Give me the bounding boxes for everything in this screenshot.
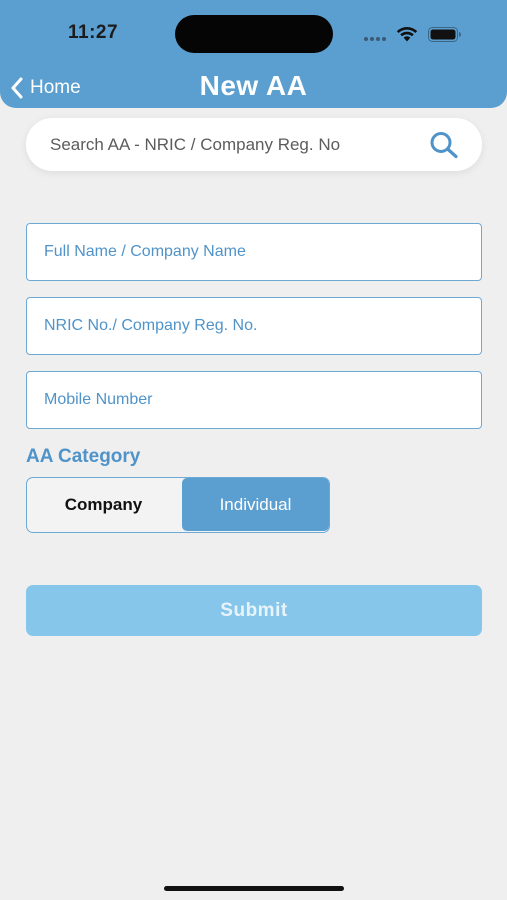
mobile-input[interactable] xyxy=(44,372,464,427)
status-time: 11:27 xyxy=(68,22,119,43)
nav-header: 11:27 Home New AA xyxy=(0,0,507,108)
submit-button[interactable]: Submit xyxy=(26,585,482,636)
search-input[interactable] xyxy=(50,118,420,171)
category-segmented-control: Company Individual xyxy=(26,477,330,533)
nric-input[interactable] xyxy=(44,298,464,353)
wifi-icon xyxy=(396,27,418,42)
full-name-field xyxy=(26,223,482,281)
battery-icon xyxy=(428,27,461,42)
category-option-individual[interactable]: Individual xyxy=(182,478,329,531)
home-indicator xyxy=(164,886,344,891)
search-icon[interactable] xyxy=(429,131,459,159)
nric-field xyxy=(26,297,482,355)
full-name-input[interactable] xyxy=(44,224,464,279)
dynamic-island xyxy=(175,15,333,53)
mobile-field xyxy=(26,371,482,429)
category-label: AA Category xyxy=(26,446,141,467)
page-title: New AA xyxy=(199,70,308,101)
search-bar xyxy=(26,118,482,171)
category-option-company[interactable]: Company xyxy=(27,478,180,531)
cellular-signal-icon xyxy=(364,37,388,41)
